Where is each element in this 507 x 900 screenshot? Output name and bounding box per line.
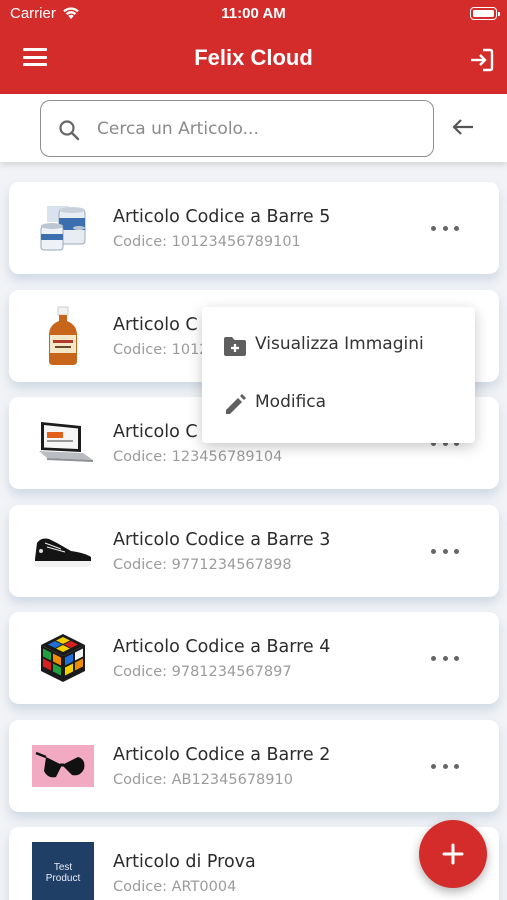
sneaker-icon xyxy=(31,520,95,582)
menu-item-label: Visualizza Immagini xyxy=(255,334,424,354)
search-bar xyxy=(0,94,507,162)
item-code: Codice: 10123456789101 xyxy=(113,234,301,250)
menu-item-view-images[interactable]: Visualizza Immagini xyxy=(202,317,475,375)
search-icon xyxy=(59,120,80,141)
list-item[interactable]: Articolo Codice a Barre 4 Codice: 978123… xyxy=(9,612,499,704)
item-code: Codice: 9781234567897 xyxy=(113,664,292,680)
test-product-thumb-label: Test Product xyxy=(32,842,94,900)
paint-cans-icon xyxy=(31,197,95,259)
pencil-icon xyxy=(226,394,246,414)
item-code: Codice: AB12345678910 xyxy=(113,772,293,788)
item-name: Articolo Codice a Barre 4 xyxy=(113,637,331,657)
menu-item-label: Modifica xyxy=(255,392,327,412)
back-arrow-icon[interactable] xyxy=(450,115,476,139)
item-code: Codice: 1012 xyxy=(113,342,209,358)
more-options-icon[interactable] xyxy=(431,758,459,774)
battery-icon xyxy=(470,7,500,20)
search-input[interactable] xyxy=(97,114,417,144)
add-folder-icon xyxy=(224,337,246,356)
add-item-button[interactable] xyxy=(419,820,487,888)
plus-icon xyxy=(442,843,464,865)
item-code: Codice: 123456789104 xyxy=(113,449,283,465)
item-code: Codice: 9771234567898 xyxy=(113,557,292,573)
app-header: Carrier 11:00 AM Felix Cloud xyxy=(0,0,507,94)
list-item[interactable]: Articolo Codice a Barre 5 Codice: 101234… xyxy=(9,182,499,274)
search-box xyxy=(40,100,434,157)
bottle-icon xyxy=(31,305,95,367)
item-context-menu: Visualizza Immagini Modifica xyxy=(202,307,475,443)
more-options-icon[interactable] xyxy=(431,650,459,666)
test-product-icon: Test Product xyxy=(31,842,95,900)
item-name: Articolo di Prova xyxy=(113,852,256,872)
list-item[interactable]: Articolo Codice a Barre 2 Codice: AB1234… xyxy=(9,720,499,812)
menu-item-edit[interactable]: Modifica xyxy=(202,375,475,433)
more-options-icon[interactable] xyxy=(431,543,459,559)
app-title: Felix Cloud xyxy=(194,45,313,70)
status-bar: Carrier 11:00 AM xyxy=(0,0,507,28)
item-name: Articolo Codice a Barre 3 xyxy=(113,530,331,550)
item-name: Articolo Codice a Barre 5 xyxy=(113,207,331,227)
list-item[interactable]: Articolo Codice a Barre 3 Codice: 977123… xyxy=(9,505,499,597)
sunglasses-icon xyxy=(31,735,95,797)
logout-icon[interactable] xyxy=(467,46,495,74)
item-name: Articolo C xyxy=(113,315,198,335)
laptop-icon xyxy=(31,412,95,474)
item-name: Articolo Codice a Barre 2 xyxy=(113,745,331,765)
item-code: Codice: ART0004 xyxy=(113,879,237,895)
rubiks-cube-icon xyxy=(31,627,95,689)
item-name: Articolo C xyxy=(113,422,198,442)
more-options-icon[interactable] xyxy=(431,220,459,236)
status-time: 11:00 AM xyxy=(221,5,286,22)
